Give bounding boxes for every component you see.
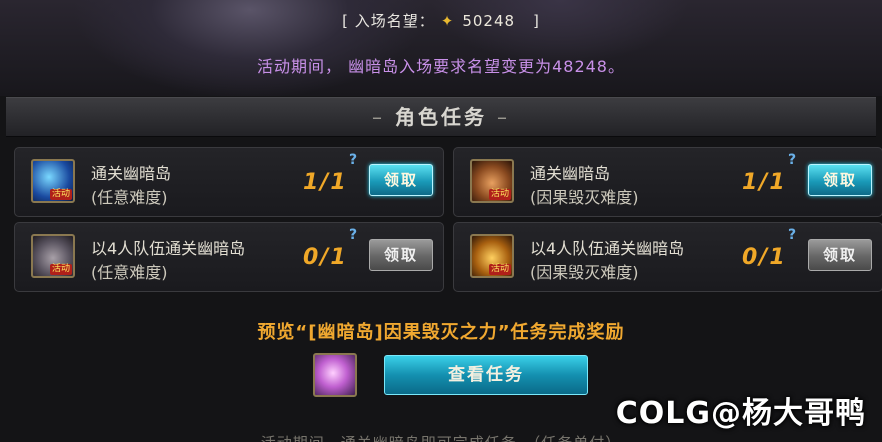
help-icon[interactable]: ? <box>349 152 357 168</box>
claim-button[interactable]: 领取 <box>369 164 433 196</box>
quest-title: 通关幽暗岛 <box>91 164 172 183</box>
quest-progress: 1/1 <box>742 170 787 195</box>
quest-progress: 0/1 <box>742 245 787 270</box>
quest-title: 通关幽暗岛 <box>530 164 611 183</box>
quest-card-clear-destruction: 活动 通关幽暗岛 (因果毁灭难度) 1/1 ? 领取 <box>453 147 882 217</box>
quest-icon: 活动 <box>31 234 75 278</box>
fame-value: 50248 <box>462 12 516 30</box>
help-icon[interactable]: ? <box>788 152 796 168</box>
colg-watermark: COLG@杨大哥鸭 <box>615 396 866 431</box>
event-badge: 活动 <box>488 189 511 200</box>
view-quest-button[interactable]: 查看任务 <box>384 355 588 395</box>
quest-icon: 活动 <box>31 159 75 203</box>
quest-progress: 1/1 <box>303 170 348 195</box>
section-dash-right: – <box>497 105 510 129</box>
quest-card-party-any: 活动 以4人队伍通关幽暗岛 (任意难度) 0/1 ? 领取 <box>14 222 444 292</box>
help-icon[interactable]: ? <box>349 227 357 243</box>
quest-difficulty: (任意难度) <box>91 263 168 282</box>
reward-item-icon[interactable] <box>313 353 357 397</box>
event-notice: 活动期间， 幽暗岛入场要求名望变更为48248。 <box>257 57 625 76</box>
help-icon[interactable]: ? <box>788 227 796 243</box>
claim-button[interactable]: 领取 <box>369 239 433 271</box>
quest-progress: 0/1 <box>303 245 348 270</box>
reward-preview-title: 预览“[幽暗岛]因果毁灭之力”任务完成奖励 <box>257 322 625 343</box>
quest-title: 以4人队伍通关幽暗岛 <box>91 239 246 258</box>
quest-icon: 活动 <box>470 234 514 278</box>
fame-suffix: ] <box>533 12 540 30</box>
event-badge: 活动 <box>49 264 72 275</box>
fame-star-icon: ✦ <box>440 12 455 30</box>
section-dash-left: – <box>372 105 385 129</box>
claim-button[interactable]: 领取 <box>808 164 872 196</box>
quest-card-party-destruction: 活动 以4人队伍通关幽暗岛 (因果毁灭难度) 0/1 ? 领取 <box>453 222 882 292</box>
fame-requirement: [ 入场名望： ✦ 50248] <box>0 10 882 31</box>
quest-difficulty: (因果毁灭难度) <box>530 263 639 282</box>
quest-card-clear-any: 活动 通关幽暗岛 (任意难度) 1/1 ? 领取 <box>14 147 444 217</box>
claim-button[interactable]: 领取 <box>808 239 872 271</box>
quest-difficulty: (因果毁灭难度) <box>530 188 639 207</box>
quest-difficulty: (任意难度) <box>91 188 168 207</box>
quest-title: 以4人队伍通关幽暗岛 <box>530 239 685 258</box>
fame-prefix: [ 入场名望： <box>342 12 435 30</box>
event-badge: 活动 <box>49 189 72 200</box>
section-header: – 角色任务 – <box>6 97 876 137</box>
event-badge: 活动 <box>488 264 511 275</box>
section-title: 角色任务 <box>395 105 487 129</box>
quest-icon: 活动 <box>470 159 514 203</box>
